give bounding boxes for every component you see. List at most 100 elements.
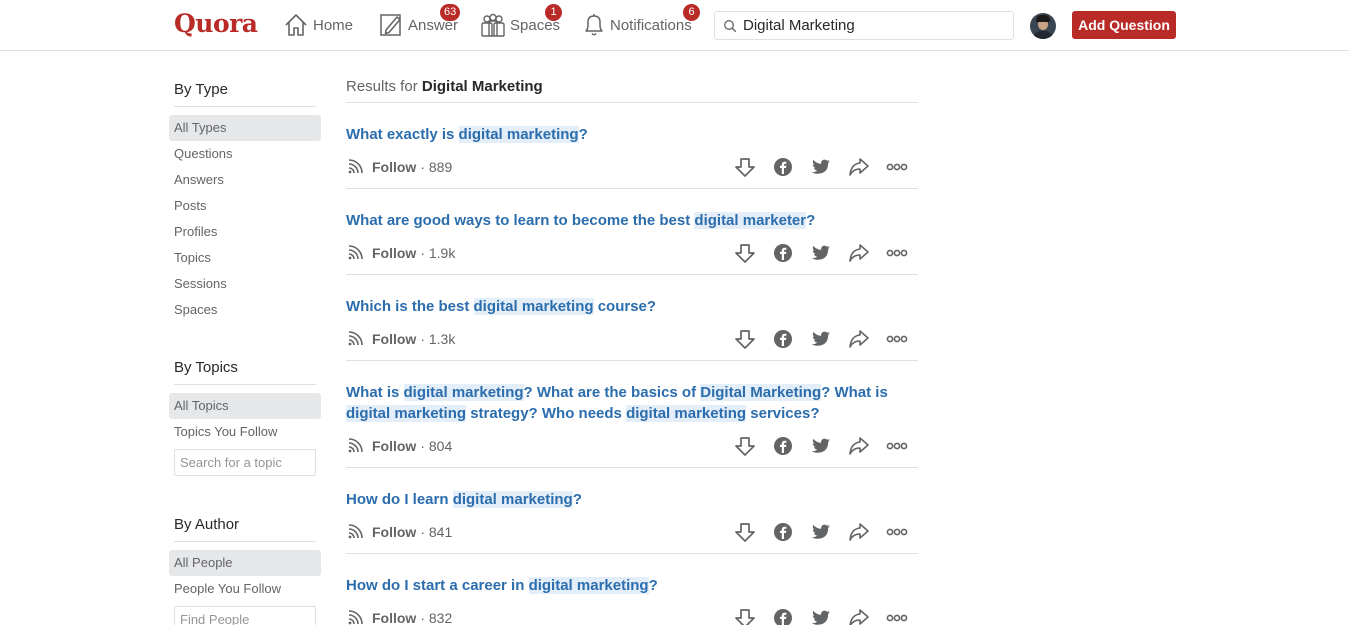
highlighted-query-text: digital marketing — [403, 384, 524, 401]
nav-answer[interactable]: Answer 63 — [378, 4, 461, 39]
share-facebook-button[interactable] — [764, 603, 802, 625]
filter-by-author: By Author All People People You Follow — [169, 515, 321, 625]
question-title-text: How do I start a career in — [346, 577, 529, 594]
question-title-link[interactable]: What exactly is digital marketing? — [346, 124, 918, 145]
share-twitter-button[interactable] — [802, 603, 840, 625]
downvote-button[interactable] — [726, 603, 764, 625]
facebook-icon — [774, 243, 792, 262]
question-meta: Follow · 1.3k — [346, 317, 918, 360]
filter-topics-you-follow[interactable]: Topics You Follow — [169, 419, 321, 445]
share-button[interactable] — [840, 152, 878, 182]
share-button[interactable] — [840, 603, 878, 625]
filter-type-all-types[interactable]: All Types — [169, 115, 321, 141]
downvote-button[interactable] — [726, 324, 764, 354]
share-button[interactable] — [840, 431, 878, 461]
divider — [174, 106, 316, 107]
share-twitter-button[interactable] — [802, 238, 840, 268]
filter-topics-all[interactable]: All Topics — [169, 393, 321, 419]
question-title-link[interactable]: How do I start a career in digital marke… — [346, 575, 918, 596]
spaces-people-icon — [481, 13, 505, 37]
question-title-link[interactable]: What are good ways to learn to become th… — [346, 210, 918, 231]
share-facebook-button[interactable] — [764, 324, 802, 354]
more-options-button[interactable] — [878, 517, 916, 547]
question-meta: Follow · 841 — [346, 510, 918, 553]
question-title-text: ? — [572, 491, 582, 508]
filter-author-all-people[interactable]: All People — [169, 550, 321, 576]
follow-label: Follow — [372, 437, 417, 454]
follow-button[interactable]: Follow · 889 — [346, 158, 452, 176]
filter-type-answers[interactable]: Answers — [169, 167, 321, 193]
nav-spaces[interactable]: Spaces 1 — [480, 4, 562, 39]
follow-button[interactable]: Follow · 841 — [346, 523, 452, 541]
filter-type-questions[interactable]: Questions — [169, 141, 321, 167]
filter-type-spaces[interactable]: Spaces — [169, 297, 321, 323]
filter-type-topics[interactable]: Topics — [169, 245, 321, 271]
highlighted-query-text: digital marketing — [452, 491, 573, 508]
question-title-text: ? — [648, 577, 658, 594]
divider — [174, 384, 316, 385]
follow-button[interactable]: Follow · 832 — [346, 609, 452, 625]
follow-rss-icon — [348, 437, 363, 452]
filter-type-sessions[interactable]: Sessions — [169, 271, 321, 297]
question-title-text: course? — [593, 298, 657, 315]
filter-type-profiles[interactable]: Profiles — [169, 219, 321, 245]
people-search-input[interactable] — [174, 606, 316, 625]
share-facebook-button[interactable] — [764, 431, 802, 461]
more-options-button[interactable] — [878, 238, 916, 268]
search-input[interactable] — [743, 17, 1003, 34]
user-avatar[interactable] — [1030, 13, 1056, 39]
downvote-button[interactable] — [726, 152, 764, 182]
question-title-text: strategy? Who needs — [466, 405, 627, 422]
divider — [174, 541, 316, 542]
filter-type-posts[interactable]: Posts — [169, 193, 321, 219]
action-bar — [726, 596, 916, 625]
share-button[interactable] — [840, 324, 878, 354]
search-box[interactable] — [714, 11, 1014, 40]
highlighted-query-text: digital marketing — [346, 405, 467, 422]
share-button[interactable] — [840, 238, 878, 268]
follow-button[interactable]: Follow · 1.9k — [346, 244, 455, 262]
share-icon — [849, 243, 869, 262]
follow-button[interactable]: Follow · 1.3k — [346, 330, 455, 348]
question-title-link[interactable]: What is digital marketing? What are the … — [346, 382, 918, 424]
more-options-button[interactable] — [878, 324, 916, 354]
follow-button[interactable]: Follow · 804 — [346, 437, 452, 455]
result-list: What exactly is digital marketing? Follo… — [346, 103, 918, 625]
more-options-button[interactable] — [878, 603, 916, 625]
result-item: What exactly is digital marketing? Follo… — [346, 103, 918, 189]
filter-by-topics: By Topics All Topics Topics You Follow — [169, 358, 321, 476]
answer-edit-icon — [380, 14, 401, 36]
notifications-count-badge: 6 — [683, 4, 700, 21]
share-facebook-button[interactable] — [764, 517, 802, 547]
share-twitter-button[interactable] — [802, 431, 840, 461]
question-meta: Follow · 804 — [346, 424, 918, 467]
share-icon — [849, 329, 869, 348]
more-icon — [886, 528, 908, 535]
share-facebook-button[interactable] — [764, 238, 802, 268]
share-button[interactable] — [840, 517, 878, 547]
share-icon — [849, 436, 869, 455]
downvote-button[interactable] — [726, 431, 764, 461]
add-question-button[interactable]: Add Question — [1072, 11, 1176, 39]
share-twitter-button[interactable] — [802, 324, 840, 354]
nav-home[interactable]: Home — [283, 11, 353, 39]
results-prefix: Results for — [346, 78, 418, 95]
more-options-button[interactable] — [878, 152, 916, 182]
highlighted-query-text: Digital Marketing — [700, 384, 822, 401]
nav-notifications[interactable]: Notifications 6 — [582, 4, 700, 39]
share-icon — [849, 522, 869, 541]
question-title-link[interactable]: Which is the best digital marketing cour… — [346, 296, 918, 317]
follower-count: · 841 — [420, 523, 453, 540]
topic-search-input[interactable] — [174, 449, 316, 476]
downvote-icon — [735, 436, 755, 456]
share-twitter-button[interactable] — [802, 517, 840, 547]
more-options-button[interactable] — [878, 431, 916, 461]
downvote-button[interactable] — [726, 517, 764, 547]
share-facebook-button[interactable] — [764, 152, 802, 182]
more-icon — [886, 442, 908, 449]
filter-author-people-you-follow[interactable]: People You Follow — [169, 576, 321, 602]
share-twitter-button[interactable] — [802, 152, 840, 182]
quora-logo[interactable]: Quora — [174, 9, 258, 38]
question-title-link[interactable]: How do I learn digital marketing? — [346, 489, 918, 510]
downvote-button[interactable] — [726, 238, 764, 268]
